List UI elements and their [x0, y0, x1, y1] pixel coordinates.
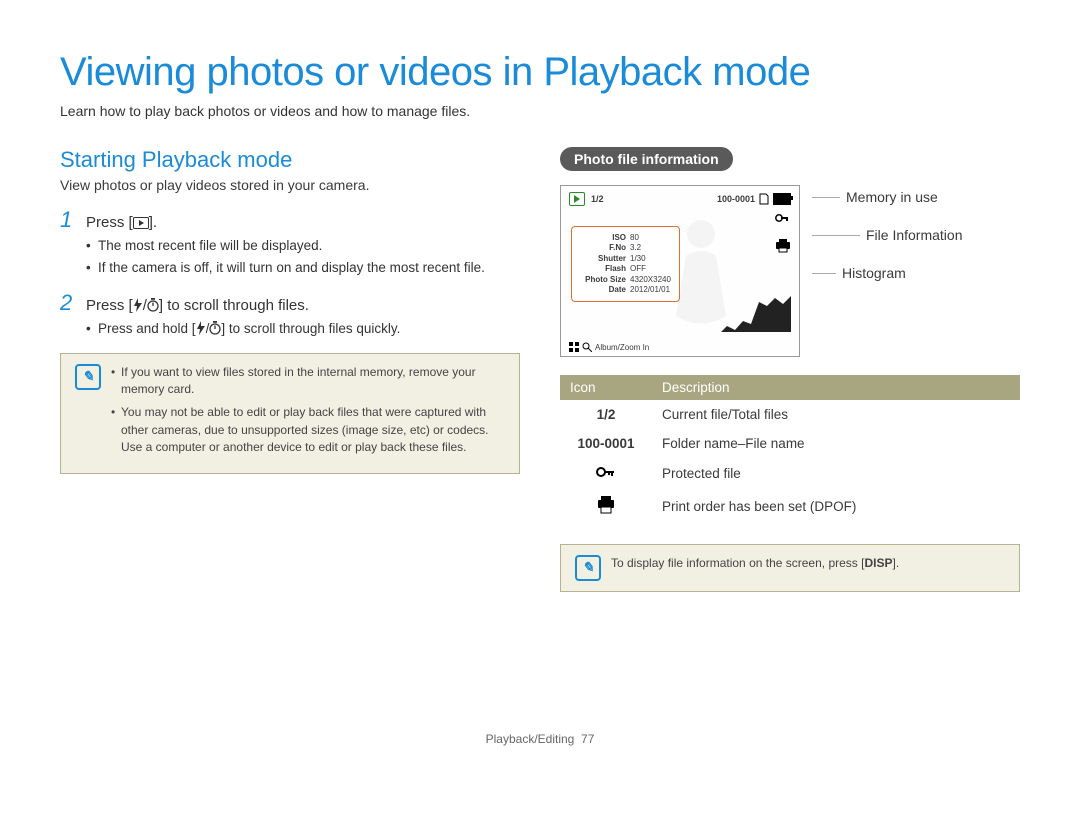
table-row: Protected file — [560, 458, 1020, 489]
step1-prefix: Press [ — [86, 214, 133, 231]
printer-icon — [596, 496, 616, 514]
callout-fileinfo: File Information — [866, 227, 962, 243]
memory-card-icon — [759, 193, 769, 205]
playback-icon — [133, 216, 149, 233]
note-icon: ✎ — [575, 555, 601, 581]
step2-bullet-1: Press and hold [/] to scroll through fil… — [86, 320, 520, 341]
step2-prefix: Press [ — [86, 297, 133, 314]
table-row: 1/2 Current file/Total files — [560, 400, 1020, 429]
page-footer: Playback/Editing 77 — [60, 732, 1020, 746]
manual-page: Viewing photos or videos in Playback mod… — [0, 0, 1080, 776]
table-head-desc: Description — [652, 375, 1020, 400]
section-description: View photos or play videos stored in you… — [60, 177, 520, 193]
table-row: 100-0001 Folder name–File name — [560, 429, 1020, 458]
right-column: Photo file information 1/2 100-0001 — [560, 147, 1020, 592]
tip-text: To display file information on the scree… — [611, 555, 899, 581]
flash-icon — [196, 321, 206, 341]
callout-memory: Memory in use — [846, 189, 938, 205]
printer-icon — [775, 239, 791, 256]
note-icon: ✎ — [75, 364, 101, 390]
step-1: 1 Press []. — [60, 207, 520, 233]
flash-icon — [133, 298, 143, 316]
step1-suffix: ]. — [149, 214, 157, 231]
grid-icon — [569, 342, 579, 352]
protected-icon — [775, 212, 791, 227]
photo-file-info-pill: Photo file information — [560, 147, 733, 171]
table-row: Print order has been set (DPOF) — [560, 489, 1020, 524]
battery-icon — [773, 193, 791, 205]
play-mode-icon — [569, 192, 585, 206]
file-info-panel: ISO80 F.No3.2 Shutter1/30 FlashOFF Photo… — [571, 226, 680, 302]
folder-file-number: 100-0001 — [717, 194, 755, 204]
tip-box: ✎ To display file information on the scr… — [560, 544, 1020, 592]
left-column: Starting Playback mode View photos or pl… — [60, 147, 520, 592]
screen-callouts: Memory in use File Information Histogram — [812, 185, 962, 281]
step-number-1: 1 — [60, 207, 78, 233]
step-2: 2 Press [/] to scroll through files. — [60, 290, 520, 316]
page-title: Viewing photos or videos in Playback mod… — [60, 50, 1020, 95]
step1-bullet-2: If the camera is off, it will turn on an… — [86, 259, 520, 278]
step-number-2: 2 — [60, 290, 78, 316]
page-subtitle: Learn how to play back photos or videos … — [60, 103, 1020, 119]
note-box: ✎ If you want to view files stored in th… — [60, 353, 520, 474]
table-head-icon: Icon — [560, 375, 652, 400]
step1-bullet-1: The most recent file will be displayed. — [86, 237, 520, 256]
magnify-icon — [582, 342, 592, 352]
step1-bullets: The most recent file will be displayed. … — [86, 237, 520, 278]
section-heading: Starting Playback mode — [60, 147, 520, 173]
icon-description-table: Icon Description 1/2 Current file/Total … — [560, 375, 1020, 524]
bottom-hint: Album/Zoom In — [569, 342, 649, 352]
step2-bullets: Press and hold [/] to scroll through fil… — [86, 320, 520, 341]
callout-histogram: Histogram — [842, 265, 906, 281]
file-counter: 1/2 — [591, 194, 604, 204]
note-item-1: If you want to view files stored in the … — [111, 364, 505, 399]
camera-screen: 1/2 100-0001 — [560, 185, 800, 357]
note-item-2: You may not be able to edit or play back… — [111, 404, 505, 456]
key-icon — [596, 465, 616, 479]
histogram-graphic — [721, 296, 791, 332]
timer-icon — [147, 298, 159, 316]
timer-icon — [209, 321, 221, 341]
step2-suffix: ] to scroll through files. — [159, 297, 309, 314]
